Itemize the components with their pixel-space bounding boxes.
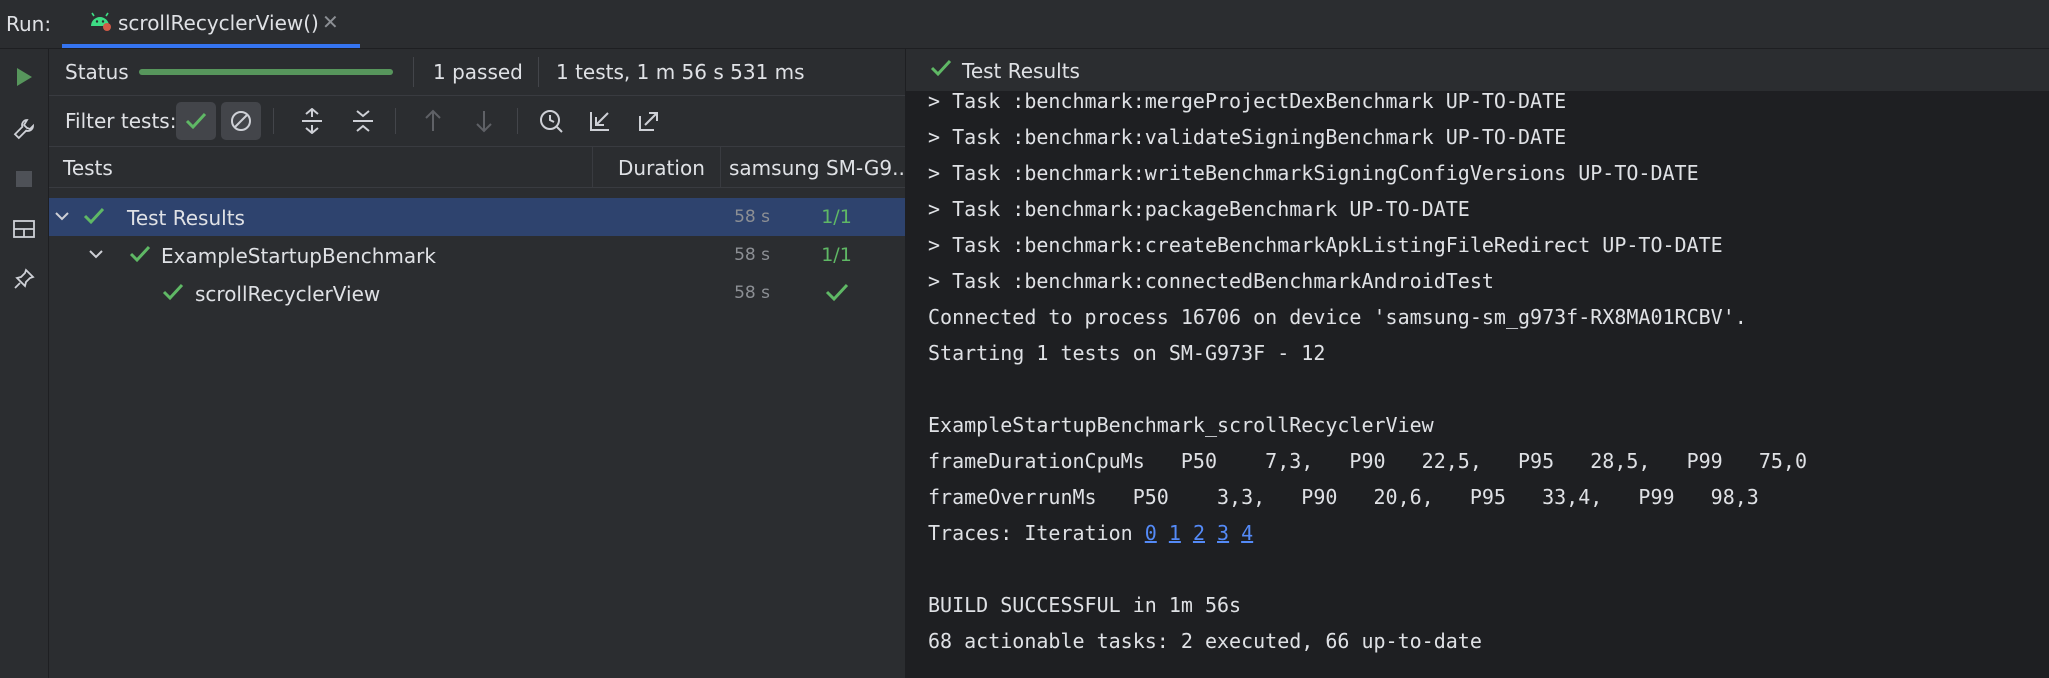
arrow-up-icon [425, 109, 441, 131]
row-duration: 58 s [734, 245, 770, 265]
tree-row-label: Test Results [127, 206, 245, 230]
tasks-summary: 68 actionable tasks: 2 executed, 66 up-t… [928, 629, 1482, 653]
test-progress-bar [139, 69, 393, 75]
chevron-down-icon[interactable] [53, 206, 71, 231]
run-side-toolbar [0, 49, 49, 678]
check-icon [930, 58, 952, 83]
test-history-button[interactable] [531, 102, 571, 140]
check-icon [825, 283, 848, 302]
check-icon [129, 244, 151, 269]
ignored-icon [231, 111, 251, 131]
row-result: 1/1 [821, 206, 852, 228]
check-icon [162, 282, 184, 307]
tree-row-class[interactable]: ExampleStartupBenchmark 58 s 1/1 [49, 236, 905, 274]
layout-button[interactable] [8, 213, 40, 245]
test-results-title: Test Results [962, 59, 1080, 83]
collapse-all-icon [353, 110, 373, 132]
separator [273, 108, 274, 134]
row-result: 1/1 [821, 244, 852, 266]
tree-row-label: ExampleStartupBenchmark [161, 244, 436, 268]
arrow-down-icon [476, 111, 492, 133]
traces-prefix: Traces: Iteration [928, 521, 1145, 545]
check-icon [185, 112, 207, 130]
separator [517, 108, 518, 134]
console-line: > Task :benchmark:createBenchmarkApkList… [928, 233, 1723, 257]
trace-link-0[interactable]: 0 [1145, 521, 1157, 545]
rerun-button[interactable] [8, 61, 40, 93]
console-line: ExampleStartupBenchmark_scrollRecyclerVi… [928, 413, 1434, 437]
export-tests-button[interactable] [629, 102, 669, 140]
console-line: Starting 1 tests on SM-G973F - 12 [928, 341, 1326, 365]
wrench-icon [13, 119, 34, 140]
column-divider[interactable] [720, 147, 721, 187]
previous-failed-button[interactable] [413, 102, 453, 140]
layout-icon [13, 220, 35, 238]
android-icon [88, 10, 112, 37]
filter-toolbar: Filter tests: [49, 96, 905, 147]
run-label: Run: [6, 12, 52, 36]
separator [538, 57, 539, 87]
row-duration: 58 s [734, 283, 770, 303]
run-summary: 1 tests, 1 m 56 s 531 ms [556, 60, 805, 84]
next-failed-button[interactable] [464, 102, 504, 140]
console-line: frameOverrunMs P50 3,3, P90 20,6, P95 33… [928, 485, 1759, 509]
expand-all-button[interactable] [292, 102, 332, 140]
progress-fill [139, 69, 393, 75]
column-header-device[interactable]: samsung SM-G9... [729, 156, 905, 180]
chevron-down-icon[interactable] [87, 244, 105, 269]
run-tab-title: scrollRecyclerView() [118, 11, 319, 35]
passed-count: 1 passed [433, 60, 523, 84]
close-icon[interactable]: ✕ [322, 10, 339, 34]
row-result-passed-icon [769, 282, 904, 307]
check-icon [83, 206, 105, 231]
pin-icon [14, 268, 35, 289]
row-duration: 58 s [734, 207, 770, 227]
pin-button[interactable] [8, 263, 40, 295]
export-icon [639, 112, 658, 131]
stop-button[interactable] [8, 163, 40, 195]
trace-link-4[interactable]: 4 [1241, 521, 1253, 545]
column-divider[interactable] [592, 147, 593, 187]
run-tab[interactable]: scrollRecyclerView() ✕ [62, 0, 360, 48]
settings-button[interactable] [8, 113, 40, 145]
collapse-all-button[interactable] [343, 102, 383, 140]
import-tests-button[interactable] [580, 102, 620, 140]
filter-label: Filter tests: [65, 109, 177, 133]
tree-row-test-results[interactable]: Test Results 58 s 1/1 [49, 198, 905, 236]
tree-row-method[interactable]: scrollRecyclerView 58 s [49, 274, 905, 312]
trace-link-1[interactable]: 1 [1169, 521, 1181, 545]
column-header-tests[interactable]: Tests [63, 156, 113, 180]
status-bar: Status 1 passed 1 tests, 1 m 56 s 531 ms [49, 49, 905, 96]
show-ignored-toggle[interactable] [221, 102, 261, 140]
traces-line: Traces: Iteration 0 1 2 3 4 [928, 515, 1253, 551]
tree-row-label: scrollRecyclerView [195, 282, 381, 306]
play-icon [17, 68, 32, 86]
trace-link-2[interactable]: 2 [1193, 521, 1205, 545]
expand-all-icon [302, 108, 322, 134]
history-icon [540, 110, 563, 133]
run-tool-window-tabbar: Run: scrollRecyclerView() ✕ [0, 0, 2049, 49]
console-line: > Task :benchmark:packageBenchmark UP-TO… [928, 197, 1470, 221]
column-header-duration[interactable]: Duration [618, 156, 705, 180]
tab-selected-indicator [62, 44, 360, 48]
stop-icon [16, 171, 32, 187]
console-line: frameDurationCpuMs P50 7,3, P90 22,5, P9… [928, 449, 1807, 473]
test-table-header: Tests Duration samsung SM-G9... [49, 147, 905, 188]
test-results-header: Test Results [906, 49, 2049, 91]
console-line: > Task :benchmark:validateSigningBenchma… [928, 125, 1567, 149]
build-result: BUILD SUCCESSFUL in 1m 56s [928, 593, 1242, 617]
separator [413, 57, 414, 87]
status-label: Status [65, 60, 129, 84]
show-passed-toggle[interactable] [176, 102, 216, 140]
separator [395, 108, 396, 134]
console-panel: > Task :benchmark:mergeProjectDexBenchma… [906, 49, 2049, 678]
test-tree-panel: Status 1 passed 1 tests, 1 m 56 s 531 ms… [49, 49, 906, 678]
console-line: Connected to process 16706 on device 'sa… [928, 305, 1747, 329]
console-line: > Task :benchmark:connectedBenchmarkAndr… [928, 269, 1494, 293]
trace-link-3[interactable]: 3 [1217, 521, 1229, 545]
console-line: > Task :benchmark:writeBenchmarkSigningC… [928, 161, 1699, 185]
import-icon [590, 112, 609, 131]
